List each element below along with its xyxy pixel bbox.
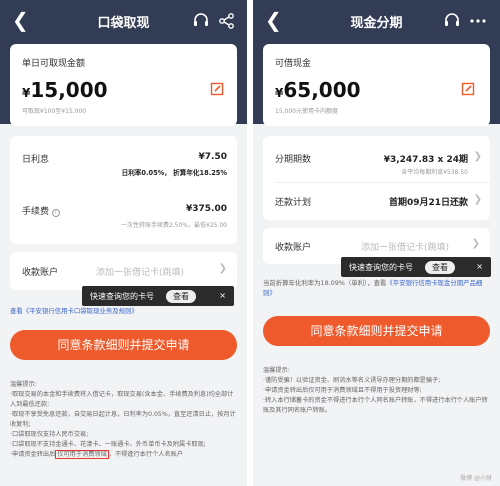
amount-label: 单日可取现金额 bbox=[22, 59, 86, 69]
fee-value: ¥375.00 bbox=[186, 204, 227, 214]
chevron-right-icon: ❯ bbox=[471, 238, 480, 249]
cash-installment-screen: ❮ 现金分期 可借现金 ¥65,000 15,000元使用卡内额度 分期期数 ¥… bbox=[253, 0, 500, 486]
account-label: 收款账户 bbox=[22, 268, 59, 278]
headset-icon[interactable] bbox=[192, 12, 210, 30]
period-desc: 含平均每期利息¥538.50 bbox=[401, 169, 468, 176]
account-placeholder[interactable]: 添加一张借记卡(跳填) bbox=[96, 265, 184, 278]
amount-card: 可借现金 ¥65,000 15,000元使用卡内额度 bbox=[263, 44, 490, 126]
account-placeholder[interactable]: 添加一张借记卡(跳填) bbox=[361, 240, 449, 253]
submit-button[interactable]: 同意条款细则并提交申请 bbox=[263, 316, 490, 346]
note-item: ·取现交易的本金和手续费将入借记卡，取现交易(含本金、手续费及利息)均全部计入到… bbox=[10, 391, 234, 408]
notes-block: 温馨提示: ·取现交易的本金和手续费将入借记卡，取现交易(含本金、手续费及利息)… bbox=[10, 380, 237, 460]
fee-label: 手续费 i bbox=[22, 204, 60, 217]
toast-view-button[interactable]: 查看 bbox=[166, 289, 196, 303]
row-divider bbox=[275, 182, 490, 183]
top-bar: ❮ 口袋取现 bbox=[0, 0, 247, 42]
installment-card: 分期期数 ¥3,247.83 x 24期 ❯ 含平均每期利息¥538.50 还款… bbox=[263, 136, 490, 220]
top-bar: ❮ 现金分期 bbox=[253, 0, 500, 42]
note-item: ·口袋取现不支持金通卡、花漾卡、一账通卡、外币单币卡及附属卡取现; bbox=[10, 441, 206, 448]
close-icon[interactable]: × bbox=[476, 262, 483, 271]
more-icon[interactable] bbox=[469, 12, 487, 30]
amount-card: 单日可取现金额 ¥15,000 可取现¥100至¥15,000 bbox=[10, 44, 237, 126]
page-title: 现金分期 bbox=[350, 16, 403, 31]
amount-value[interactable]: ¥65,000 bbox=[275, 78, 361, 102]
toast-view-button[interactable]: 查看 bbox=[425, 260, 455, 274]
amount-range: 可取现¥100至¥15,000 bbox=[22, 108, 87, 115]
toast-text: 快速查询您的卡号 bbox=[349, 262, 413, 272]
rate-info: 当前折算年化利率为18.09%（单利），查看《平安银行信用卡现金分期产品细则》 bbox=[263, 279, 483, 297]
cash-withdraw-screen: ❮ 口袋取现 单日可取现金额 ¥15,000 可取现¥100至¥15,000 日… bbox=[0, 0, 247, 486]
note-item: ·谨防受骗！以验证资金、刷流水等名义诱导办理分期的都是骗子; bbox=[263, 377, 441, 384]
note-item: ·取现不享受免息还款，自交易日起计息，日利率为0.05%，直至还清日止，按月计收… bbox=[10, 411, 236, 428]
amount-sub: 15,000元使用卡内额度 bbox=[275, 108, 338, 115]
daily-rate-value: ¥7.50 bbox=[198, 152, 227, 162]
edit-icon[interactable] bbox=[461, 82, 475, 96]
notes-block: 温馨提示: ·谨防受骗！以验证资金、刷流水等名义诱导办理分期的都是骗子; ·申请… bbox=[263, 366, 490, 416]
headset-icon[interactable] bbox=[443, 12, 461, 30]
watermark: 微博 @小财 bbox=[460, 475, 492, 482]
submit-button[interactable]: 同意条款细则并提交申请 bbox=[10, 330, 237, 360]
card-query-toast: 快速查询您的卡号 查看 × bbox=[341, 257, 491, 277]
plan-value[interactable]: 首期09月21日还款 bbox=[389, 195, 468, 208]
chevron-right-icon: ❯ bbox=[218, 263, 227, 274]
fee-desc: 一次性转账手续费2.50%，最低¥25.00 bbox=[120, 222, 227, 229]
account-row[interactable]: 收款账户 添加一张借记卡(跳填) ❯ bbox=[10, 252, 237, 290]
daily-rate-desc: 日利率0.05%， 折算年化18.25% bbox=[121, 169, 227, 177]
highlight-box: 仅可用于消费领域 bbox=[55, 450, 109, 459]
terms-link[interactable]: 查看《平安银行信用卡口袋取现业务及规则》 bbox=[10, 306, 237, 316]
chevron-right-icon: ❯ bbox=[473, 151, 482, 162]
note-item: ·申请资金转出后仅可用于消费领域且不得用于投资理财等; bbox=[263, 387, 422, 394]
toast-text: 快速查询您的卡号 bbox=[90, 291, 154, 301]
card-query-toast: 快速查询您的卡号 查看 × bbox=[82, 286, 234, 306]
amount-value[interactable]: ¥15,000 bbox=[22, 78, 108, 102]
share-icon[interactable] bbox=[218, 12, 236, 30]
account-label: 收款账户 bbox=[275, 243, 312, 253]
fee-card: 日利息 ¥7.50 日利率0.05%， 折算年化18.25% 手续费 i ¥37… bbox=[10, 136, 237, 244]
notes-title: 温馨提示: bbox=[263, 367, 290, 374]
plan-label: 还款计划 bbox=[275, 198, 312, 208]
period-value[interactable]: ¥3,247.83 x 24期 bbox=[384, 152, 468, 165]
notes-title: 温馨提示: bbox=[10, 381, 37, 388]
info-icon[interactable]: i bbox=[51, 209, 60, 217]
daily-rate-label: 日利息 bbox=[22, 155, 50, 165]
edit-icon[interactable] bbox=[210, 82, 224, 96]
note-item: ·转入本行储蓄卡的资金不得进行本行个人同名账户转账，不得进行本行个人账户转账及其… bbox=[263, 397, 488, 414]
close-icon[interactable]: × bbox=[219, 291, 226, 300]
chevron-right-icon: ❯ bbox=[473, 194, 482, 205]
period-label: 分期期数 bbox=[275, 155, 312, 165]
note-item-last: ·申请资金转出后 仅可用于消费领域 ，不得進行本行个人名账户 bbox=[10, 450, 184, 459]
amount-label: 可借现金 bbox=[275, 59, 312, 69]
note-item: ·口袋取现仅支持人民币交易; bbox=[10, 431, 89, 438]
